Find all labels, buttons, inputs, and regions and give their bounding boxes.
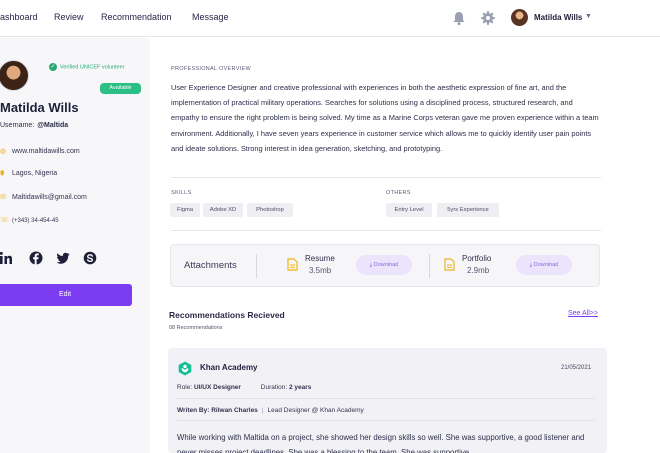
edit-button[interactable]: Edit bbox=[0, 284, 132, 306]
nav-dashboard[interactable]: ashboard bbox=[0, 12, 38, 22]
email-link[interactable]: Maltidawills@gmail.com bbox=[12, 194, 87, 201]
phone-text: (+343) 34-454-45 bbox=[12, 218, 59, 224]
written-role: Lead Designer @ Khan Academy bbox=[267, 407, 364, 414]
globe-icon: ◍ bbox=[0, 148, 7, 155]
recommendations-title: Recommendations Recieved bbox=[169, 310, 285, 320]
username-label: Username: bbox=[0, 122, 35, 129]
download-label: Download bbox=[373, 262, 399, 268]
download-label: Download bbox=[533, 262, 559, 268]
chevron-down-icon[interactable]: ▼ bbox=[585, 13, 592, 20]
nav-review[interactable]: Review bbox=[54, 12, 84, 22]
user-name[interactable]: Matilda Wills bbox=[534, 13, 582, 22]
role-line: Role: UI/UX Designer Duration: 2 years bbox=[177, 384, 311, 391]
skills-heading: SKILLS bbox=[171, 190, 192, 196]
skype-icon[interactable] bbox=[83, 251, 97, 265]
recommendation-org: Khan Academy bbox=[200, 363, 258, 372]
verified-text: Verified UNICEF volunteer bbox=[60, 64, 125, 71]
attachments-title: Attachments bbox=[184, 260, 237, 271]
phone-row: ☏ (+343) 34-454-45 bbox=[0, 216, 59, 224]
divider bbox=[177, 398, 595, 399]
others-heading: OTHERS bbox=[386, 190, 411, 196]
overview-heading: PROFESSIONAL OVERVIEW bbox=[171, 66, 251, 72]
location-row: ⬮ Lagos, Nigeria bbox=[0, 170, 57, 178]
skill-tag: Figma bbox=[170, 203, 200, 217]
location-text: Lagos, Nigeria bbox=[12, 170, 58, 177]
profile-panel: ✓ Verified UNICEF volunteer Available Mat… bbox=[0, 38, 150, 453]
file-name: Portfolio bbox=[462, 254, 492, 263]
written-by-line: Writen By: Rilwan Charles | Lead Designer … bbox=[177, 407, 364, 414]
recommendation-date: 21/05/2021 bbox=[561, 365, 592, 371]
nav-recommendation[interactable]: Recommendation bbox=[101, 12, 172, 22]
phone-icon: ☏ bbox=[0, 217, 9, 224]
mail-icon: ✉ bbox=[0, 194, 6, 201]
verified-badge: ✓ Verified UNICEF volunteer bbox=[49, 63, 125, 71]
role-label: Role: bbox=[177, 384, 193, 391]
see-all-link[interactable]: See All>> bbox=[568, 310, 598, 317]
linkedin-icon[interactable] bbox=[0, 251, 13, 265]
username-value: @Maltida bbox=[37, 122, 69, 129]
available-badge: Available bbox=[100, 83, 141, 94]
overview-text: User Experience Designer and creative pr… bbox=[171, 83, 599, 153]
skill-tag: Photoshop bbox=[247, 203, 293, 217]
twitter-icon[interactable] bbox=[56, 251, 70, 265]
divider bbox=[177, 420, 595, 421]
file-size: 2.9mb bbox=[467, 266, 490, 275]
profile-avatar bbox=[0, 60, 29, 91]
divider bbox=[256, 254, 257, 278]
duration-label: Duration: bbox=[260, 384, 288, 391]
divider bbox=[171, 230, 601, 231]
other-tag: 5yrs Experience bbox=[437, 203, 499, 217]
check-circle-icon: ✓ bbox=[49, 63, 57, 71]
user-avatar[interactable] bbox=[511, 9, 528, 26]
facebook-icon[interactable] bbox=[29, 251, 43, 265]
top-navigation: ashboard Review Recommendation Message M… bbox=[0, 0, 660, 37]
profile-name: Matilda Wills bbox=[0, 100, 79, 115]
duration-value: 2 years bbox=[288, 384, 312, 391]
document-icon bbox=[287, 258, 298, 271]
file-size: 3.5mb bbox=[309, 266, 332, 275]
khan-academy-logo-icon bbox=[178, 361, 192, 376]
written-label: Writen By: bbox=[177, 407, 210, 414]
username: Username: @Maltida bbox=[0, 122, 68, 129]
download-button[interactable]: ⤓ Download bbox=[356, 255, 412, 275]
website-row[interactable]: ◍ www.maltidawills.com bbox=[0, 147, 80, 155]
recommendation-text: While working with Maltida on a project,… bbox=[177, 433, 585, 453]
document-icon bbox=[444, 258, 455, 271]
website-link[interactable]: www.maltidawills.com bbox=[12, 148, 80, 155]
download-button[interactable]: ⤓ Download bbox=[516, 255, 572, 275]
location-pin-icon: ⬮ bbox=[0, 170, 5, 177]
file-name: Resume bbox=[305, 254, 335, 263]
skill-tag: Adobe XD bbox=[203, 203, 243, 217]
bell-icon[interactable] bbox=[451, 10, 467, 26]
divider bbox=[429, 254, 430, 278]
gear-icon[interactable] bbox=[480, 10, 496, 26]
role-value: UI/UX Designer bbox=[194, 384, 241, 391]
written-by: Rilwan Charles bbox=[211, 407, 258, 414]
recommendations-count: 08 Recommendations bbox=[169, 325, 223, 331]
email-row[interactable]: ✉ Maltidawills@gmail.com bbox=[0, 193, 87, 201]
nav-message[interactable]: Message bbox=[192, 12, 229, 22]
divider bbox=[171, 177, 601, 178]
other-tag: Entry Level bbox=[386, 203, 432, 217]
